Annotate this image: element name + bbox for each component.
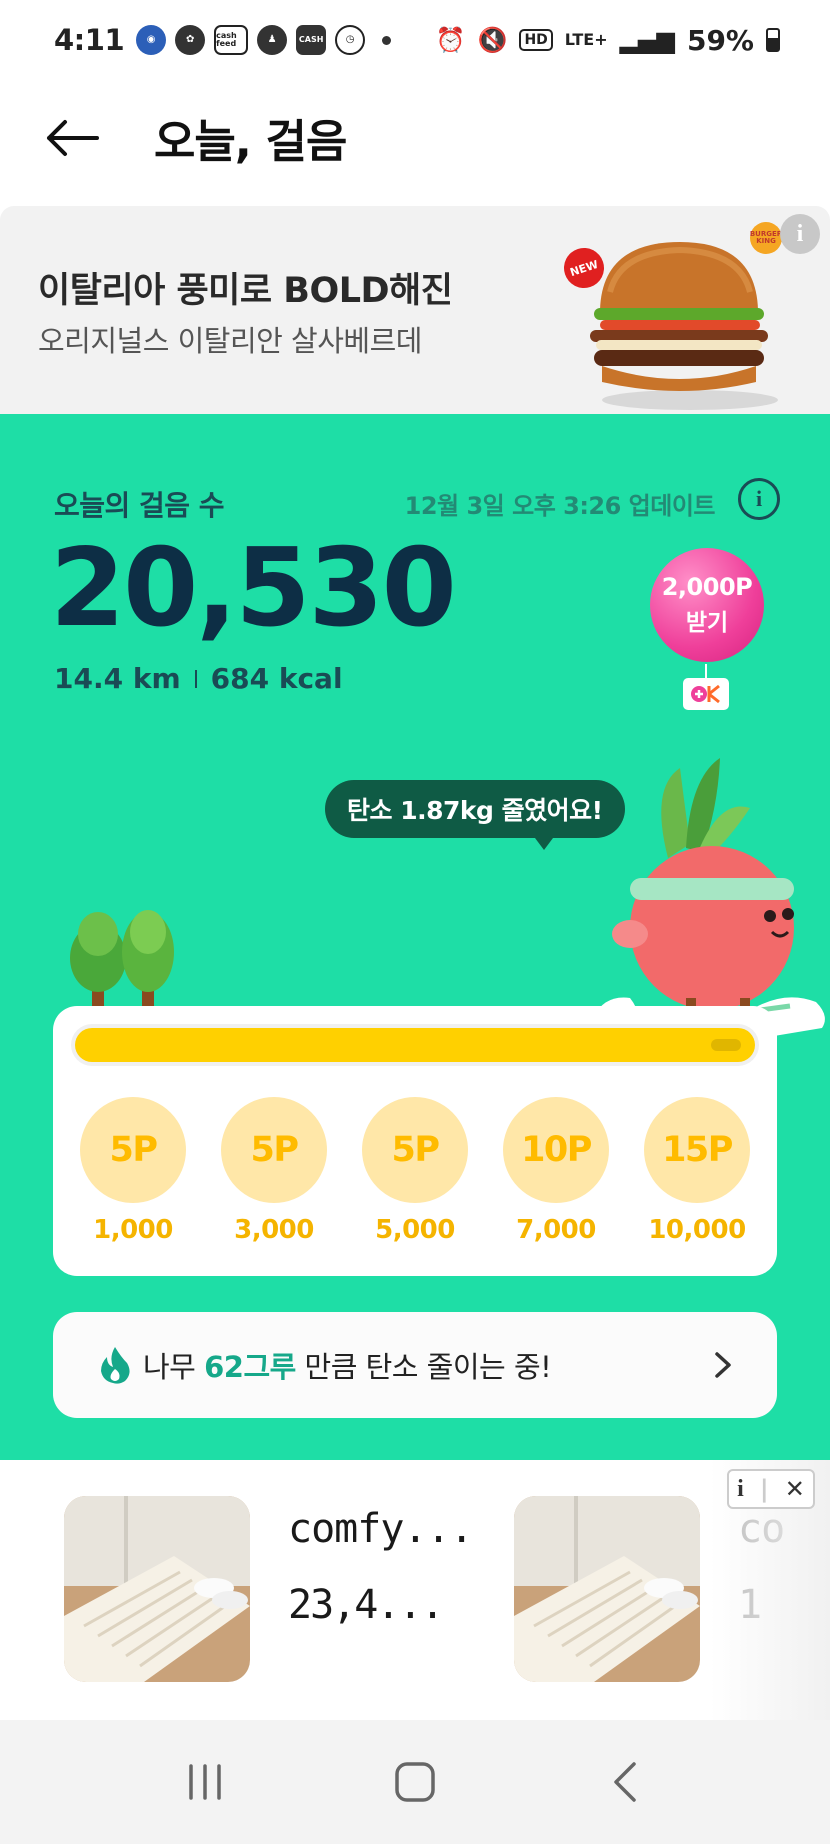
reward-steps: 7,000 [516,1215,596,1245]
reward-milestones: 5P 1,000 5P 3,000 5P 5,000 10P 7,000 15P… [79,1097,751,1245]
product-ad[interactable]: comfy... 23,4... co 1 i | ✕ [0,1460,830,1720]
reward-milestone[interactable]: 5P 5,000 [361,1097,469,1245]
hd-icon: HD [519,29,553,51]
ad-info-icon[interactable]: i [737,1476,744,1503]
system-nav-bar [0,1720,830,1844]
ok-cashbag-icon [683,678,729,710]
battery-percent: 59% [686,23,754,57]
ad-info-icon[interactable]: i [780,214,820,254]
carbon-prefix: 나무 [143,1350,205,1384]
balloon-action: 받기 [685,610,729,636]
divider: | [759,1475,769,1503]
tree-illustration [70,910,174,1022]
reward-points: 5P [80,1097,186,1203]
carbon-saving-card[interactable]: 나무 62그루 만큼 탄소 줄이는 중! [53,1312,777,1418]
carbon-suffix: 만큼 탄소 줄이는 중! [295,1350,552,1384]
back-button[interactable] [42,108,102,168]
info-icon[interactable]: i [738,478,780,520]
status-bar: 4:11 ◉ ✿ cash feed ♟ CASH ◷ ⏰ 🔇 HD LTE+ … [0,0,830,80]
ad-banner[interactable]: 이탈리아 풍미로 BOLD해진 오리지널스 이탈리안 살사베르데 NEW BUR… [0,206,830,414]
reward-milestone[interactable]: 10P 7,000 [502,1097,610,1245]
reward-steps: 1,000 [93,1215,173,1245]
bubble-tail [532,834,556,850]
distance-value: 14.4 km [54,662,181,695]
progress-fill [75,1028,755,1062]
reward-steps: 10,000 [648,1215,746,1245]
reward-points: 10P [503,1097,609,1203]
reward-steps: 5,000 [375,1215,455,1245]
home-icon [395,1762,435,1802]
cash-notification-icon: CASH [296,25,327,55]
reward-points: 5P [362,1097,468,1203]
reward-milestone[interactable]: 15P 10,000 [643,1097,751,1245]
timer-notification-icon: ◷ [335,25,366,55]
chevron-right-icon [715,1352,731,1378]
page-title: 오늘, 걸음 [154,115,347,168]
divider [194,669,197,688]
ad-controls: i | ✕ [727,1469,815,1509]
cashfeed-notification-icon: cash feed [214,25,249,55]
product-image [64,1496,250,1682]
app-notification-icon: ◉ [136,25,167,55]
more-notifications-icon [382,35,392,45]
recent-apps-button[interactable] [165,1742,245,1822]
mute-icon: 🔇 [477,26,508,54]
update-timestamp: 12월 3일 오후 3:26 업데이트 [404,492,716,520]
fire-icon [101,1347,130,1384]
tree-count: 62그루 [204,1350,296,1384]
product-price: 23,4... [288,1582,445,1628]
network-type: LTE+ [564,30,608,49]
nav-back-button[interactable] [585,1742,665,1822]
progress-marker [711,1039,741,1051]
user-notification-icon: ♟ [257,25,288,55]
reward-points: 15P [644,1097,750,1203]
notification-icons: ◉ ✿ cash feed ♟ CASH ◷ [136,25,392,55]
chat-notification-icon: ✿ [175,25,206,55]
reward-steps: 3,000 [234,1215,314,1245]
alarm-icon: ⏰ [435,26,466,54]
battery-level [768,38,778,50]
burger-image: NEW [558,232,790,412]
signal-icon: ▂▄▆ [619,26,675,54]
battery-icon [766,28,780,52]
calories-value: 684 kcal [210,662,343,695]
step-rewards-card: 5P 1,000 5P 3,000 5P 5,000 10P 7,000 15P… [53,1006,777,1276]
close-icon[interactable]: ✕ [785,1475,805,1503]
reward-milestone[interactable]: 5P 3,000 [220,1097,328,1245]
step-count: 20,530 [50,526,457,651]
reward-milestone[interactable]: 5P 1,000 [79,1097,187,1245]
chevron-left-icon [614,1762,636,1802]
carbon-bubble: 탄소 1.87kg 줄였어요! [325,780,625,838]
product-name: comfy... [288,1506,474,1552]
arrow-left-icon [47,119,99,156]
balloon-amount: 2,000P [661,573,753,601]
home-button[interactable] [375,1742,455,1822]
reward-balloon-button[interactable]: 2,000P 받기 [650,548,764,662]
status-time: 4:11 [54,23,125,57]
burger-king-logo: BURGER KING [750,222,782,254]
ad-subtitle: 오리지널스 이탈리안 살사베르데 [38,324,422,358]
recents-icon [189,1764,221,1800]
distance-calories: 14.4 km 684 kcal [54,662,343,695]
progress-track [71,1024,759,1066]
app-header: 오늘, 걸음 [0,90,830,185]
steps-panel: 오늘의 걸음 수 12월 3일 오후 3:26 업데이트 i 20,530 14… [0,414,830,1460]
steps-label: 오늘의 걸음 수 [54,489,225,522]
reward-points: 5P [221,1097,327,1203]
ad-title: 이탈리아 풍미로 BOLD해진 [38,271,453,311]
product-image [514,1496,700,1682]
carbon-saving-text: 나무 62그루 만큼 탄소 줄이는 중! [143,1344,552,1386]
